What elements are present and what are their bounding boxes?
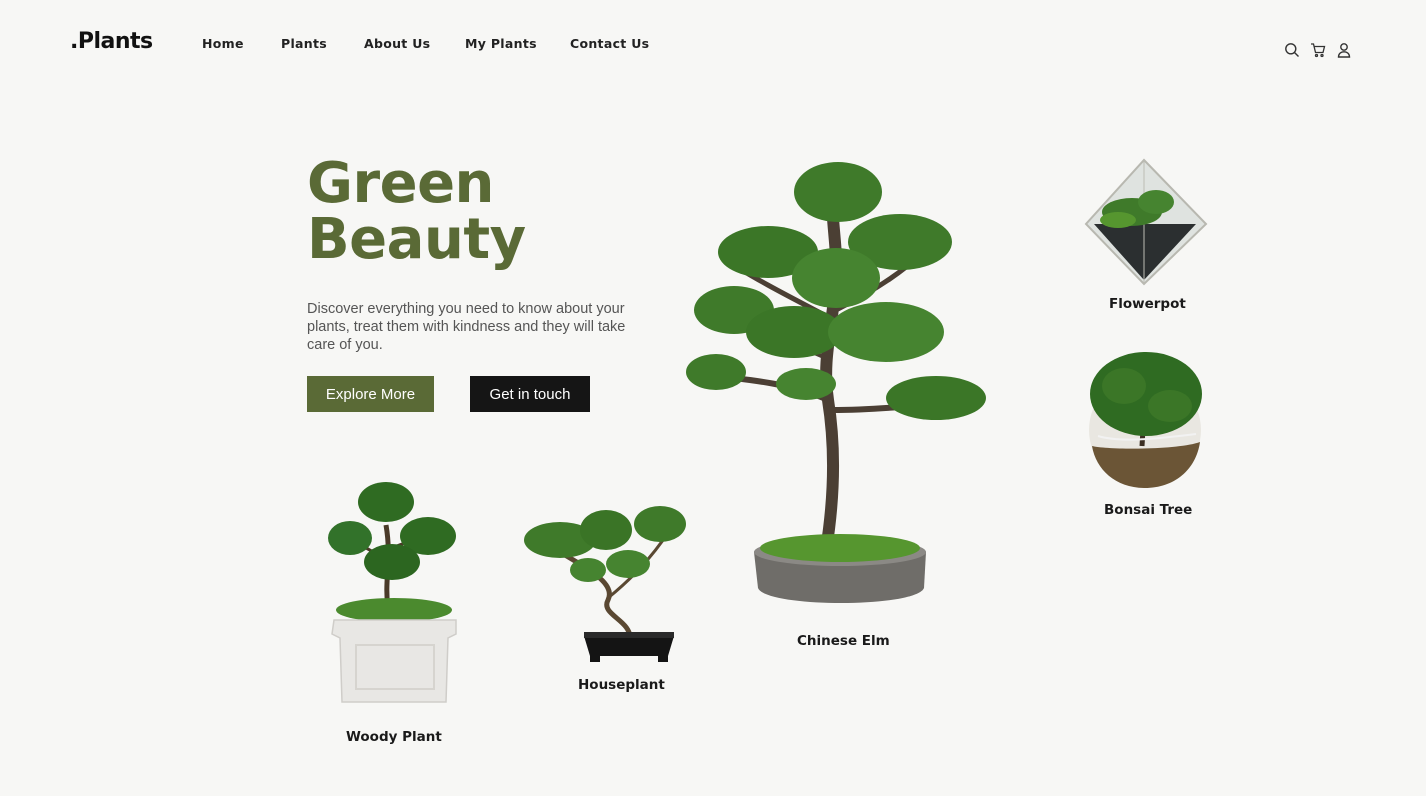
plant-label-bonsai-tree: Bonsai Tree [1104, 502, 1193, 518]
search-icon[interactable] [1284, 42, 1300, 58]
houseplant-image [524, 506, 686, 662]
plant-card-bonsai-tree[interactable]: Bonsai Tree [1088, 350, 1204, 522]
user-icon[interactable] [1336, 42, 1352, 58]
nav-plants[interactable]: Plants [281, 36, 327, 51]
header-icons [1284, 42, 1352, 58]
get-in-touch-button[interactable]: Get in touch [470, 376, 590, 412]
nav-home[interactable]: Home [202, 36, 244, 51]
cart-icon[interactable] [1310, 42, 1326, 58]
plant-label-flowerpot: Flowerpot [1109, 296, 1186, 312]
nav-contact-us[interactable]: Contact Us [570, 36, 649, 51]
plant-card-chinese-elm[interactable]: Chinese Elm [686, 160, 992, 660]
hero-title-line-1: Green [307, 151, 494, 216]
plant-label-woody-plant: Woody Plant [346, 729, 442, 745]
plant-card-houseplant[interactable]: Houseplant [520, 500, 692, 700]
plant-label-houseplant: Houseplant [578, 677, 665, 693]
bonsai-tree-image [1089, 352, 1202, 488]
explore-more-button[interactable]: Explore More [307, 376, 434, 412]
hero-title: Green Beauty [307, 156, 526, 268]
flowerpot-image [1084, 158, 1208, 286]
brand-logo[interactable]: .Plants [70, 29, 153, 54]
plant-card-flowerpot[interactable]: Flowerpot [1084, 158, 1208, 318]
plant-card-woody-plant[interactable]: Woody Plant [326, 480, 460, 750]
chinese-elm-image [686, 162, 986, 603]
nav-my-plants[interactable]: My Plants [465, 36, 537, 51]
woody-plant-image [328, 482, 457, 703]
plant-label-chinese-elm: Chinese Elm [797, 633, 890, 649]
hero-description: Discover everything you need to know abo… [307, 301, 626, 353]
hero-title-line-2: Beauty [307, 207, 526, 272]
nav-about-us[interactable]: About Us [364, 36, 430, 51]
